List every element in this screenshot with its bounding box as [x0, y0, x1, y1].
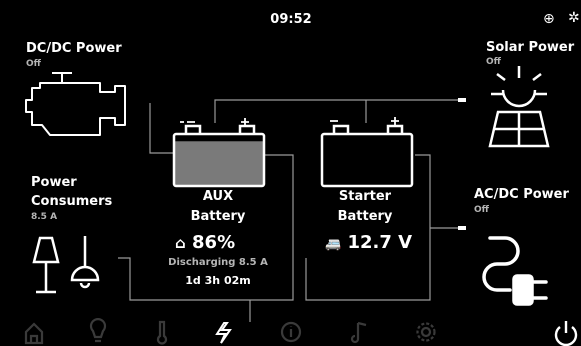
nav-lights-button[interactable] [85, 318, 111, 344]
aux-soc: 86% [192, 232, 236, 253]
sun-panel-icon [488, 66, 550, 148]
aux-soc-row: ⌂ 86% [175, 232, 235, 253]
shutdown-button[interactable] [553, 318, 579, 344]
aux-name-2: Battery [190, 209, 246, 224]
consumers-title-1: Power [31, 175, 77, 190]
dcdc-status: Off [26, 59, 41, 69]
nav-power-button-active[interactable] [210, 318, 236, 344]
clock: 09:52 [270, 12, 312, 27]
starter-battery-card[interactable]: Starter Battery [305, 189, 425, 224]
acdc-status: Off [474, 205, 489, 215]
consumers-title-2: Consumers [31, 194, 113, 209]
aux-state: Discharging 8.5 A [168, 257, 268, 268]
starter-name-1: Starter [338, 189, 392, 204]
home-icon: ⌂ [175, 234, 186, 252]
solar-line-top [214, 99, 460, 123]
acdc-title: AC/DC Power [474, 187, 569, 202]
aux-remaining: 1d 3h 02m [185, 274, 251, 287]
starter-voltage-row: 🚐 12.7 V [325, 232, 412, 253]
aux-name-1: AUX [202, 189, 234, 204]
solar-status: Off [486, 57, 501, 67]
nav-settings-button[interactable] [413, 318, 439, 344]
engine-icon [25, 72, 126, 136]
solar-title: Solar Power [486, 40, 575, 55]
dcdc-line [149, 103, 174, 154]
lamps-icon [32, 236, 100, 294]
plug-icon [482, 236, 548, 306]
bluetooth-icon[interactable]: ✲ [568, 10, 580, 26]
nav-info-button[interactable] [278, 318, 304, 344]
aux-battery-icon [172, 118, 266, 188]
starter-name-2: Battery [337, 209, 393, 224]
dcdc-title: DC/DC Power [26, 41, 122, 56]
globe-icon[interactable]: ⊕ [543, 11, 555, 27]
van-icon: 🚐 [325, 237, 342, 252]
consumers-value: 8.5 A [31, 212, 58, 222]
aux-battery-card[interactable]: AUX Battery [158, 189, 278, 224]
starter-voltage: 12.7 V [347, 232, 413, 253]
nav-climate-button[interactable] [149, 318, 175, 344]
starter-battery-icon [320, 117, 414, 188]
aux-battery-fill [174, 141, 264, 186]
nav-home-button[interactable] [21, 318, 47, 344]
nav-music-button[interactable] [348, 318, 374, 344]
